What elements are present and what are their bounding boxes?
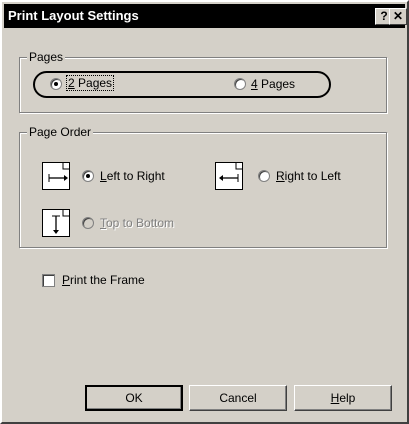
pages-group-legend: Pages (27, 50, 66, 64)
right-to-left-radio[interactable] (258, 170, 270, 182)
four-pages-radio[interactable] (234, 78, 246, 90)
right-to-left-icon (215, 162, 243, 190)
top-to-bottom-label[interactable]: Top to Bottom (100, 216, 174, 230)
title-bar[interactable]: Print Layout Settings ? ✕ (4, 4, 407, 28)
cancel-button[interactable]: Cancel (189, 385, 287, 411)
left-to-right-label[interactable]: Left to Right (100, 169, 165, 183)
left-to-right-icon (42, 162, 70, 190)
close-icon[interactable]: ✕ (389, 8, 407, 25)
help-button[interactable]: Help (294, 385, 392, 411)
right-to-left-label[interactable]: Right to Left (276, 169, 341, 183)
left-to-right-radio[interactable] (82, 170, 94, 182)
print-frame-checkbox[interactable] (42, 274, 55, 287)
two-pages-radio[interactable] (50, 78, 62, 90)
page-order-group: Page Order (19, 125, 387, 248)
print-frame-label[interactable]: Print the Frame (62, 273, 145, 287)
four-pages-label[interactable]: 4 Pages (251, 77, 295, 91)
window-title: Print Layout Settings (8, 8, 139, 23)
top-to-bottom-radio[interactable] (82, 217, 94, 229)
print-layout-dialog: Print Layout Settings ? ✕ Pages 2 Pages … (0, 0, 409, 424)
page-order-group-legend: Page Order (27, 125, 94, 139)
top-to-bottom-icon (42, 209, 70, 237)
two-pages-label[interactable]: 2 Pages (66, 75, 115, 91)
ok-button[interactable]: OK (85, 385, 183, 411)
